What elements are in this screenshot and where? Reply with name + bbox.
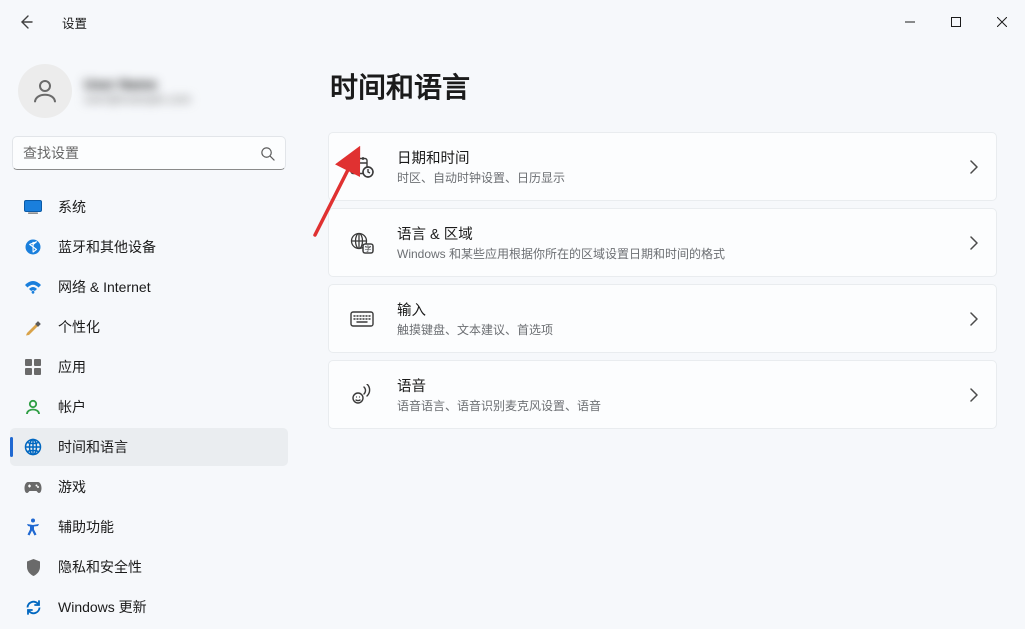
svg-text:字: 字: [365, 244, 372, 253]
sidebar-item-update[interactable]: Windows 更新: [10, 588, 288, 626]
apps-icon: [24, 358, 42, 376]
privacy-icon: [24, 558, 42, 576]
user-name: User Name: [84, 76, 191, 92]
minimize-icon: [905, 17, 915, 27]
title-bar: 设置: [0, 0, 1025, 44]
section-speech[interactable]: 语音 语音语言、语音识别麦克风设置、语音: [328, 360, 997, 429]
content-area: 时间和语言 日期和时间 时区、自动时钟设置、日历显示: [300, 44, 1025, 629]
section-language-region[interactable]: 字 语言 & 区域 Windows 和某些应用根据你所在的区域设置日期和时间的格…: [328, 208, 997, 277]
section-title: 输入: [397, 299, 969, 320]
sidebar-item-time-language[interactable]: 时间和语言: [10, 428, 288, 466]
sidebar-item-label: 应用: [58, 357, 86, 377]
sidebar-item-personalize[interactable]: 个性化: [10, 308, 288, 346]
chevron-right-icon: [969, 160, 978, 174]
globe-char-icon: 字: [349, 230, 375, 256]
maximize-icon: [951, 17, 961, 27]
sidebar-item-label: 隐私和安全性: [58, 557, 142, 577]
sidebar-item-label: Windows 更新: [58, 597, 147, 617]
time-language-icon: [24, 438, 42, 456]
network-icon: [24, 278, 42, 296]
sidebar-item-privacy[interactable]: 隐私和安全性: [10, 548, 288, 586]
back-button[interactable]: [8, 4, 44, 40]
chevron-right-icon: [969, 236, 978, 250]
section-date-time[interactable]: 日期和时间 时区、自动时钟设置、日历显示: [328, 132, 997, 201]
avatar: [18, 64, 72, 118]
calendar-clock-icon: [349, 154, 375, 180]
personalize-icon: [24, 318, 42, 336]
chevron-right-icon: [969, 388, 978, 402]
section-title: 语言 & 区域: [397, 223, 969, 244]
update-icon: [24, 598, 42, 616]
sidebar-item-label: 帐户: [58, 397, 86, 417]
search-box[interactable]: [12, 136, 286, 170]
section-title: 日期和时间: [397, 147, 969, 168]
accessibility-icon: [24, 518, 42, 536]
sidebar-item-network[interactable]: 网络 & Internet: [10, 268, 288, 306]
sidebar-item-label: 系统: [58, 197, 86, 217]
sidebar: User Name user@example.com 系统: [0, 44, 300, 629]
app-title: 设置: [62, 13, 87, 32]
sidebar-item-system[interactable]: 系统: [10, 188, 288, 226]
chevron-right-icon: [969, 312, 978, 326]
section-title: 语音: [397, 375, 969, 396]
close-icon: [997, 17, 1007, 27]
person-icon: [30, 76, 60, 106]
search-input[interactable]: [23, 145, 260, 161]
keyboard-icon: [349, 306, 375, 332]
sidebar-item-bluetooth[interactable]: 蓝牙和其他设备: [10, 228, 288, 266]
maximize-button[interactable]: [933, 6, 979, 38]
bluetooth-icon: [24, 238, 42, 256]
gaming-icon: [24, 478, 42, 496]
section-typing[interactable]: 输入 触摸键盘、文本建议、首选项: [328, 284, 997, 353]
speech-icon: [349, 382, 375, 408]
sidebar-item-label: 时间和语言: [58, 437, 128, 457]
section-list: 日期和时间 时区、自动时钟设置、日历显示 字: [328, 132, 997, 432]
section-subtitle: 触摸键盘、文本建议、首选项: [397, 321, 969, 338]
search-icon: [260, 146, 275, 161]
section-subtitle: 语音语言、语音识别麦克风设置、语音: [397, 397, 969, 414]
sidebar-item-gaming[interactable]: 游戏: [10, 468, 288, 506]
nav-list: 系统 蓝牙和其他设备 网络 & Internet 个性化: [10, 188, 288, 626]
sidebar-item-apps[interactable]: 应用: [10, 348, 288, 386]
close-button[interactable]: [979, 6, 1025, 38]
sidebar-item-label: 游戏: [58, 477, 86, 497]
accounts-icon: [24, 398, 42, 416]
user-email: user@example.com: [84, 92, 191, 106]
sidebar-item-accessibility[interactable]: 辅助功能: [10, 508, 288, 546]
window-controls: [887, 6, 1025, 38]
sidebar-item-label: 网络 & Internet: [58, 277, 151, 297]
sidebar-item-label: 蓝牙和其他设备: [58, 237, 156, 257]
sidebar-item-accounts[interactable]: 帐户: [10, 388, 288, 426]
section-subtitle: 时区、自动时钟设置、日历显示: [397, 169, 969, 186]
minimize-button[interactable]: [887, 6, 933, 38]
page-title: 时间和语言: [330, 66, 997, 106]
back-arrow-icon: [18, 14, 34, 30]
user-block[interactable]: User Name user@example.com: [10, 54, 288, 136]
system-icon: [24, 198, 42, 216]
sidebar-item-label: 辅助功能: [58, 517, 114, 537]
sidebar-item-label: 个性化: [58, 317, 100, 337]
section-subtitle: Windows 和某些应用根据你所在的区域设置日期和时间的格式: [397, 245, 969, 262]
